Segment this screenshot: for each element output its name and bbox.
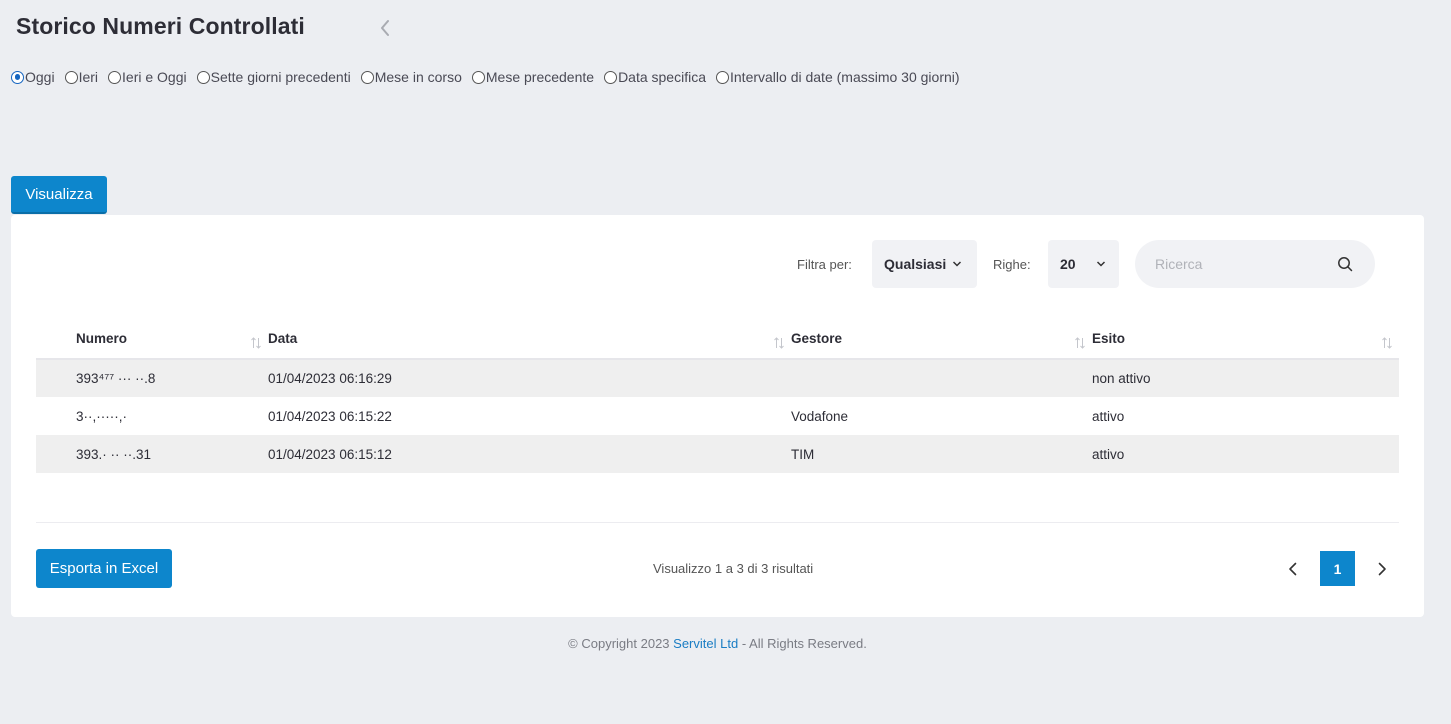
- filter-select[interactable]: Qualsiasi: [872, 240, 977, 288]
- table-row[interactable]: 3··,·····,· 01/04/2023 06:15:22 Vodafone…: [36, 397, 1399, 435]
- cell-data: 01/04/2023 06:15:12: [268, 435, 791, 473]
- radio-option-oggi[interactable]: Oggi: [11, 69, 55, 85]
- cell-numero: 393⁴⁷⁷ ··· ··.8: [36, 359, 268, 397]
- radio-checked-icon[interactable]: [11, 70, 24, 84]
- results-table: Numero Data Gestore Esito 393⁴⁷⁷ ··· ··.…: [36, 319, 1399, 473]
- column-header-numero[interactable]: Numero: [36, 319, 268, 360]
- radio-option-ieri-e-oggi[interactable]: Ieri e Oggi: [108, 69, 187, 85]
- radio-label: Ieri: [78, 69, 99, 85]
- radio-option-sette-giorni[interactable]: Sette giorni precedenti: [196, 69, 351, 85]
- radio-label: Data specifica: [618, 69, 706, 85]
- radio-option-data-specifica[interactable]: Data specifica: [604, 69, 706, 85]
- chevron-right-icon[interactable]: [1372, 559, 1392, 579]
- cell-gestore: TIM: [791, 435, 1092, 473]
- radio-unchecked-icon[interactable]: [196, 70, 210, 84]
- chevron-down-icon: [1096, 261, 1105, 267]
- footer: © Copyright 2023 Servitel Ltd - All Righ…: [0, 636, 1435, 651]
- sort-arrows-icon[interactable]: [773, 336, 785, 350]
- table-row[interactable]: 393.· ·· ··.31 01/04/2023 06:15:12 TIM a…: [36, 435, 1399, 473]
- radio-option-mese-in-corso[interactable]: Mese in corso: [360, 69, 462, 85]
- column-header-label: Data: [268, 331, 298, 346]
- sort-arrows-icon[interactable]: [1074, 336, 1086, 350]
- pagination-page-1[interactable]: 1: [1320, 551, 1355, 586]
- column-header-label: Numero: [76, 331, 128, 346]
- radio-label: Ieri e Oggi: [122, 69, 187, 85]
- radio-label: Sette giorni precedenti: [210, 69, 351, 85]
- column-header-esito[interactable]: Esito: [1092, 319, 1399, 360]
- date-range-radio-group: Oggi Ieri Ieri e Oggi Sette giorni prece…: [11, 69, 970, 85]
- search-icon[interactable]: [1337, 256, 1353, 272]
- cell-gestore: [791, 359, 1092, 397]
- radio-unchecked-icon[interactable]: [604, 70, 618, 84]
- radio-unchecked-icon[interactable]: [716, 70, 729, 84]
- radio-label: Oggi: [25, 69, 55, 85]
- sort-arrows-icon[interactable]: [1381, 336, 1393, 350]
- cell-esito: attivo: [1092, 408, 1125, 424]
- rows-select[interactable]: 20: [1048, 240, 1119, 288]
- table-header-row: Numero Data Gestore Esito: [36, 319, 1399, 360]
- radio-unchecked-icon[interactable]: [471, 70, 485, 84]
- radio-unchecked-icon[interactable]: [108, 70, 122, 84]
- results-info: Visualizzo 1 a 3 di 3 risultati: [653, 561, 814, 576]
- column-header-label: Esito: [1092, 331, 1126, 346]
- column-header-data[interactable]: Data: [268, 319, 791, 360]
- column-header-gestore[interactable]: Gestore: [791, 319, 1092, 360]
- radio-option-mese-precedente[interactable]: Mese precedente: [471, 69, 595, 85]
- cell-gestore: Vodafone: [791, 408, 849, 424]
- visualizza-button[interactable]: Visualizza: [11, 176, 107, 214]
- cell-numero: 393.· ·· ··.31: [36, 435, 268, 473]
- radio-label: Mese precedente: [485, 69, 595, 85]
- radio-option-ieri[interactable]: Ieri: [64, 69, 99, 85]
- chevron-left-icon[interactable]: [1283, 559, 1303, 579]
- search-input[interactable]: [1155, 256, 1335, 272]
- radio-label: Intervallo di date (massimo 30 giorni): [730, 69, 960, 85]
- divider: [36, 522, 1399, 523]
- radio-label: Mese in corso: [374, 69, 462, 85]
- chevron-left-icon[interactable]: [376, 17, 394, 39]
- filter-select-value: Qualsiasi: [884, 256, 947, 272]
- copyright-suffix: - All Rights Reserved.: [738, 636, 867, 651]
- company-link[interactable]: Servitel Ltd: [673, 636, 738, 651]
- cell-data: 01/04/2023 06:16:29: [268, 359, 791, 397]
- radio-unchecked-icon[interactable]: [64, 70, 78, 84]
- copyright-prefix: © Copyright 2023: [568, 636, 674, 651]
- chevron-down-icon: [953, 261, 962, 267]
- sort-arrows-icon[interactable]: [250, 336, 262, 350]
- rows-select-value: 20: [1060, 256, 1076, 272]
- filter-label: Filtra per:: [797, 257, 852, 272]
- radio-unchecked-icon[interactable]: [360, 70, 374, 84]
- cell-data: 01/04/2023 06:15:22: [268, 408, 392, 424]
- cell-esito: non attivo: [1092, 359, 1399, 397]
- results-card: Filtra per: Qualsiasi Righe: 20 Numero D…: [11, 215, 1424, 617]
- table-row[interactable]: 393⁴⁷⁷ ··· ··.8 01/04/2023 06:16:29 non …: [36, 359, 1399, 397]
- column-header-label: Gestore: [791, 331, 843, 346]
- rows-label: Righe:: [993, 257, 1031, 272]
- cell-esito: attivo: [1092, 435, 1399, 473]
- radio-option-intervallo-date[interactable]: Intervallo di date (massimo 30 giorni): [716, 69, 960, 85]
- search-box: [1135, 240, 1375, 288]
- page-title: Storico Numeri Controllati: [16, 13, 305, 39]
- export-excel-button[interactable]: Esporta in Excel: [36, 549, 172, 588]
- cell-numero: 3··,·····,·: [76, 408, 127, 424]
